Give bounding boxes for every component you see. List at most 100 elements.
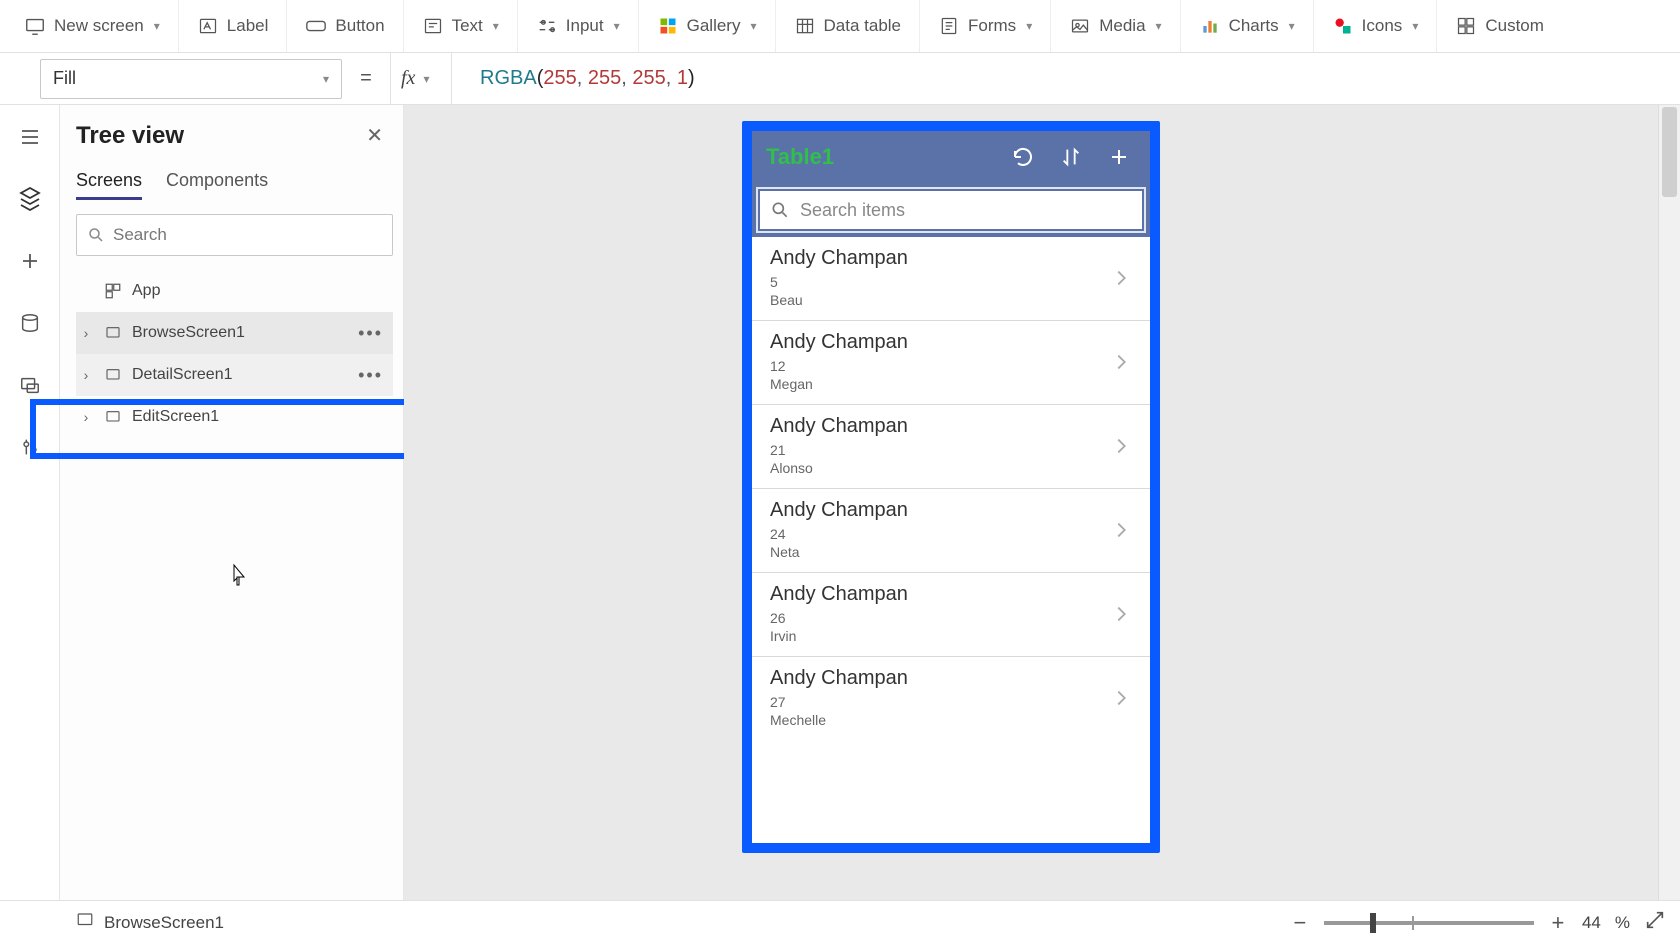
zoom-slider-handle[interactable] bbox=[1370, 913, 1376, 933]
custom-icon bbox=[1455, 15, 1477, 37]
hamburger-icon[interactable] bbox=[16, 123, 44, 151]
icons-button[interactable]: Icons ▾ bbox=[1314, 0, 1438, 52]
formula-bar: Fill ▾ = fx ▾ RGBA(255, 255, 255, 1) bbox=[0, 53, 1680, 105]
more-options-button[interactable]: ••• bbox=[358, 323, 387, 344]
tree-node-detail-screen[interactable]: › DetailScreen1 ••• bbox=[76, 354, 393, 396]
chevron-right-icon[interactable] bbox=[1108, 433, 1134, 459]
gallery-label: Gallery bbox=[687, 16, 741, 36]
property-name: Fill bbox=[53, 68, 76, 89]
chevron-down-icon: ▾ bbox=[323, 72, 329, 86]
app-search-wrap: Search items bbox=[752, 183, 1150, 237]
gallery-item[interactable]: Andy Champan 5 Beau bbox=[752, 237, 1150, 321]
app-preview-selection[interactable]: Table1 Search items Andy Champan 5 Beau bbox=[742, 121, 1160, 853]
tree-tabs: Screens Components bbox=[76, 170, 393, 200]
tree-node-label: App bbox=[132, 282, 160, 300]
gallery-button[interactable]: Gallery ▾ bbox=[639, 0, 776, 52]
tree-view-icon[interactable] bbox=[16, 185, 44, 213]
fit-to-window-button[interactable] bbox=[1644, 909, 1666, 936]
text-button[interactable]: Text ▾ bbox=[404, 0, 518, 52]
gallery-item-sub1: 21 bbox=[770, 442, 1108, 458]
fx-expand-button[interactable]: fx ▾ bbox=[390, 53, 452, 104]
browse-gallery[interactable]: Andy Champan 5 Beau Andy Champan 12 Mega… bbox=[752, 237, 1150, 843]
tree-node-label: EditScreen1 bbox=[132, 408, 219, 426]
close-panel-button[interactable]: ✕ bbox=[356, 119, 393, 152]
tree-node-edit-screen[interactable]: › EditScreen1 bbox=[76, 396, 393, 438]
gallery-item-title: Andy Champan bbox=[770, 415, 1108, 438]
gallery-item[interactable]: Andy Champan 12 Megan bbox=[752, 321, 1150, 405]
gallery-item[interactable]: Andy Champan 24 Neta bbox=[752, 489, 1150, 573]
media-pane-icon[interactable] bbox=[16, 371, 44, 399]
advanced-tools-icon[interactable] bbox=[16, 433, 44, 461]
tree-node-browse-screen[interactable]: › BrowseScreen1 ••• bbox=[76, 312, 393, 354]
charts-button[interactable]: Charts ▾ bbox=[1181, 0, 1314, 52]
add-button[interactable] bbox=[1102, 140, 1136, 174]
gallery-item-sub2: Megan bbox=[770, 376, 1108, 392]
tab-components[interactable]: Components bbox=[166, 170, 268, 200]
chevron-down-icon: ▾ bbox=[1412, 19, 1418, 33]
input-icon bbox=[536, 15, 558, 37]
chevron-right-icon[interactable] bbox=[1108, 349, 1134, 375]
insert-icon[interactable] bbox=[16, 247, 44, 275]
property-dropdown[interactable]: Fill ▾ bbox=[40, 59, 342, 99]
cursor-pointer-icon bbox=[228, 563, 248, 587]
search-placeholder: Search bbox=[113, 225, 167, 245]
zoom-slider[interactable] bbox=[1324, 921, 1534, 925]
button-button[interactable]: Button bbox=[287, 0, 403, 52]
app-search-input[interactable]: Search items bbox=[758, 189, 1144, 231]
gallery-item-sub2: Neta bbox=[770, 544, 1108, 560]
app-header: Table1 bbox=[752, 131, 1150, 183]
tree-search-input[interactable]: Search bbox=[76, 214, 393, 256]
forms-icon bbox=[938, 15, 960, 37]
gallery-item[interactable]: Andy Champan 26 Irvin bbox=[752, 573, 1150, 657]
chevron-right-icon[interactable] bbox=[1108, 517, 1134, 543]
zoom-value: 44 bbox=[1582, 913, 1601, 933]
gallery-item-sub2: Alonso bbox=[770, 460, 1108, 476]
data-icon[interactable] bbox=[16, 309, 44, 337]
gallery-item[interactable]: Andy Champan 21 Alonso bbox=[752, 405, 1150, 489]
tree-list: App › BrowseScreen1 ••• › DetailScreen1 … bbox=[76, 270, 393, 438]
new-screen-button[interactable]: New screen ▾ bbox=[6, 0, 179, 52]
media-icon bbox=[1069, 15, 1091, 37]
chevron-down-icon: ▾ bbox=[1156, 19, 1162, 33]
label-icon bbox=[197, 15, 219, 37]
icons-icon bbox=[1332, 15, 1354, 37]
equals-sign: = bbox=[356, 67, 376, 90]
app-preview: Table1 Search items Andy Champan 5 Beau bbox=[752, 131, 1150, 843]
custom-button[interactable]: Custom bbox=[1437, 0, 1562, 52]
zoom-out-button[interactable]: − bbox=[1290, 910, 1310, 936]
refresh-button[interactable] bbox=[1006, 140, 1040, 174]
screen-icon bbox=[104, 366, 122, 384]
gallery-item-sub1: 12 bbox=[770, 358, 1108, 374]
sort-button[interactable] bbox=[1054, 140, 1088, 174]
more-options-button[interactable]: ••• bbox=[358, 365, 387, 386]
media-button[interactable]: Media ▾ bbox=[1051, 0, 1180, 52]
data-table-button[interactable]: Data table bbox=[776, 0, 921, 52]
tree-node-app[interactable]: App bbox=[76, 270, 393, 312]
chevron-right-icon[interactable] bbox=[1108, 601, 1134, 627]
insert-ribbon: New screen ▾ Label Button Text ▾ Input ▾… bbox=[0, 0, 1680, 53]
canvas-scrollbar[interactable] bbox=[1658, 105, 1680, 900]
formula-input[interactable]: RGBA(255, 255, 255, 1) bbox=[466, 53, 1680, 104]
new-screen-label: New screen bbox=[54, 16, 144, 36]
chevron-right-icon[interactable] bbox=[1108, 265, 1134, 291]
chevron-right-icon[interactable] bbox=[1108, 685, 1134, 711]
gallery-item-title: Andy Champan bbox=[770, 499, 1108, 522]
chevron-right-icon: › bbox=[84, 367, 89, 383]
gallery-item[interactable]: Andy Champan 27 Mechelle bbox=[752, 657, 1150, 740]
chevron-down-icon: ▾ bbox=[1289, 19, 1295, 33]
scrollbar-thumb[interactable] bbox=[1662, 107, 1677, 197]
screen-icon bbox=[104, 324, 122, 342]
formula-fn: RGBA bbox=[480, 67, 537, 90]
input-label: Input bbox=[566, 16, 604, 36]
text-label: Text bbox=[452, 16, 483, 36]
canvas[interactable]: Table1 Search items Andy Champan 5 Beau bbox=[404, 105, 1680, 900]
label-button[interactable]: Label bbox=[179, 0, 288, 52]
data-table-icon bbox=[794, 15, 816, 37]
tree-view-panel: Tree view ✕ Screens Components Search Ap… bbox=[60, 105, 404, 900]
tab-screens[interactable]: Screens bbox=[76, 170, 142, 200]
button-icon bbox=[305, 15, 327, 37]
forms-button[interactable]: Forms ▾ bbox=[920, 0, 1051, 52]
zoom-in-button[interactable]: + bbox=[1548, 910, 1568, 936]
gallery-item-title: Andy Champan bbox=[770, 583, 1108, 606]
input-button[interactable]: Input ▾ bbox=[518, 0, 639, 52]
